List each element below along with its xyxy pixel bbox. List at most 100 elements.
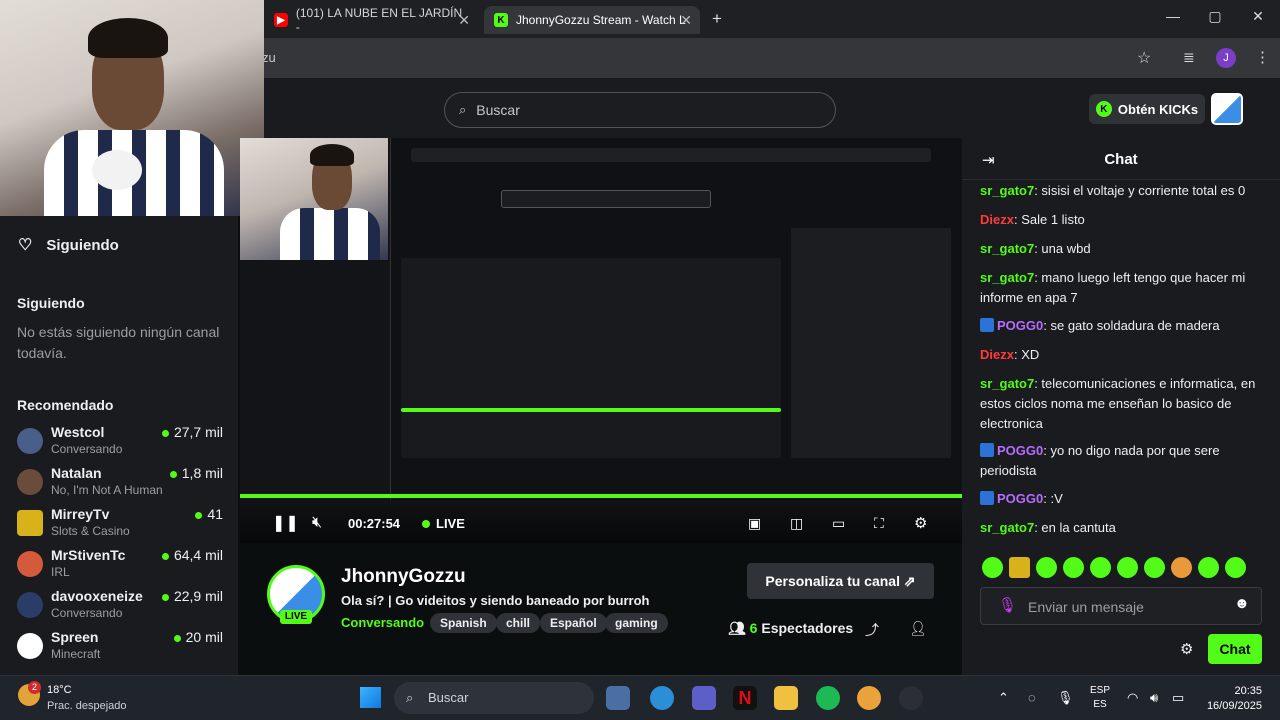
system-clock[interactable]: 20:35 16/09/2025	[1200, 684, 1262, 714]
microphone-icon[interactable]: 🎙︎	[998, 596, 1017, 614]
chat-username[interactable]: Diezx	[980, 347, 1014, 362]
settings-icon[interactable]: ⚙	[914, 514, 927, 532]
live-badge: LIVE	[280, 610, 312, 624]
new-tab-button[interactable]: +	[712, 9, 722, 29]
chat-panel: ⇥ Chat sr_gato7: sisisi el voltaje y cor…	[962, 140, 1280, 675]
chat-username[interactable]: POGG0	[997, 443, 1043, 458]
tag[interactable]: gaming	[605, 613, 668, 633]
pause-icon[interactable]: ❚❚	[272, 513, 299, 533]
emote-icon[interactable]	[1090, 557, 1111, 578]
chat-username[interactable]: Diezx	[980, 212, 1014, 227]
emote-icon[interactable]	[1171, 557, 1192, 578]
stream-category[interactable]: Conversando	[341, 615, 424, 630]
maximize-button[interactable]: ▢	[1200, 8, 1230, 25]
viewer-count-label: Espectadores	[761, 620, 854, 636]
chat-username[interactable]: POGG0	[997, 318, 1043, 333]
windows-start-icon[interactable]	[360, 687, 381, 708]
bookmark-star-icon[interactable]: ☆	[1137, 48, 1151, 68]
emote-icon[interactable]	[1144, 557, 1165, 578]
share-icon[interactable]: ⤴	[865, 620, 879, 640]
tray-chevron-icon[interactable]: ⌃	[998, 690, 1009, 706]
recommended-channel[interactable]: Natalan No, I'm Not A Human 1,8 mil	[17, 465, 227, 501]
wifi-icon[interactable]: ◠	[1127, 690, 1138, 706]
tab-kick[interactable]: K JhonnyGozzu Stream - Watch L ✕	[484, 6, 700, 34]
chat-header: ⇥ Chat	[962, 140, 1280, 180]
recommended-channel[interactable]: davooxeneize Conversando 22,9 mil	[17, 588, 227, 624]
battery-icon[interactable]: ▭	[1172, 690, 1184, 706]
recommended-channel[interactable]: MirreyTv Slots & Casino 41	[17, 506, 227, 542]
user-avatar[interactable]	[1211, 93, 1243, 125]
search-input[interactable]: ⌕ Buscar	[444, 92, 836, 128]
tray-app-icon[interactable]: ◌	[1028, 690, 1036, 705]
following-nav[interactable]: ♡ Siguiendo	[18, 235, 119, 255]
emote-icon[interactable]	[1036, 557, 1057, 578]
mute-icon[interactable]: 🔇︎	[312, 514, 322, 532]
emote-icon[interactable]	[1198, 557, 1219, 578]
chat-username[interactable]: sr_gato7	[980, 270, 1034, 285]
chat-message-input[interactable]: Enviar un mensaje	[980, 587, 1262, 625]
channel-name[interactable]: JhonnyGozzu	[341, 566, 466, 588]
pip-icon[interactable]: ◫	[790, 515, 803, 532]
emote-icon[interactable]	[1063, 557, 1084, 578]
fullscreen-icon[interactable]: ⛶	[874, 515, 884, 532]
edge-icon[interactable]	[650, 686, 674, 710]
spotify-icon[interactable]	[816, 686, 840, 710]
viewer-count-value: 64,4 mil	[173, 547, 223, 563]
taskbar-search[interactable]: ⌕ Buscar	[394, 682, 594, 714]
chrome-icon[interactable]	[857, 686, 881, 710]
chat-message: POGG0: se gato soldadura de madera	[980, 316, 1262, 336]
profile-avatar[interactable]: J	[1216, 48, 1236, 68]
menu-icon[interactable]: ⋮	[1255, 48, 1270, 66]
minimize-button[interactable]: —	[1158, 8, 1188, 24]
chat-send-button[interactable]: Chat	[1208, 634, 1262, 664]
recommended-channel[interactable]: Westcol Conversando 27,7 mil	[17, 424, 227, 460]
emoji-icon[interactable]: ☻	[1234, 595, 1250, 612]
chat-message: sr_gato7: sisisi el voltaje y corriente …	[980, 181, 1262, 201]
chat-username[interactable]: POGG0	[997, 491, 1043, 506]
url-field[interactable]: zu	[262, 46, 1142, 70]
microphone-icon[interactable]: 🎙︎	[1057, 690, 1074, 706]
netflix-icon[interactable]: N	[733, 686, 757, 710]
recommended-channel[interactable]: MrStivenTc IRL 64,4 mil	[17, 547, 227, 583]
chat-username[interactable]: sr_gato7	[980, 520, 1034, 535]
channel-category: Minecraft	[51, 647, 101, 661]
teams-icon[interactable]	[692, 686, 716, 710]
chat-username[interactable]: sr_gato7	[980, 376, 1034, 391]
get-kicks-button[interactable]: K Obtén KICKs	[1089, 94, 1205, 124]
weather-temperature: 18°C	[47, 684, 72, 696]
avatar	[17, 633, 43, 659]
input-language[interactable]: ESP ES	[1090, 684, 1110, 712]
obs-icon[interactable]	[899, 686, 923, 710]
customize-channel-button[interactable]: Personaliza tu canal ⇗	[747, 563, 934, 599]
volume-icon[interactable]: 🔊︎	[1150, 690, 1158, 706]
channel-category: No, I'm Not A Human	[51, 483, 163, 497]
close-icon[interactable]: ✕	[458, 12, 470, 29]
avatar	[17, 510, 43, 536]
tag[interactable]: Spanish	[430, 613, 497, 633]
tab-youtube[interactable]: ▶ (101) LA NUBE EN EL JARDÍN - ✕	[264, 6, 478, 34]
theater-mode-icon[interactable]: ▭	[832, 515, 845, 532]
media-control-icon[interactable]: ≣	[1183, 49, 1195, 66]
emote-icon[interactable]	[1225, 557, 1246, 578]
close-window-button[interactable]: ✕	[1243, 8, 1273, 25]
tag[interactable]: Español	[540, 613, 607, 633]
clock-date: 16/09/2025	[1206, 700, 1262, 712]
language-code: ESP	[1090, 685, 1111, 696]
tag[interactable]: chill	[496, 613, 541, 633]
avatar	[17, 469, 43, 495]
clock-time: 20:35	[1234, 685, 1262, 697]
chat-username[interactable]: sr_gato7	[980, 241, 1034, 256]
emote-icon[interactable]	[982, 557, 1003, 578]
progress-bar[interactable]	[240, 494, 962, 498]
emote-icon[interactable]	[1117, 557, 1138, 578]
recommended-channel[interactable]: Spreen Minecraft 20 mil	[17, 629, 227, 665]
chat-settings-icon[interactable]: ⚙	[1180, 640, 1193, 658]
close-icon[interactable]: ✕	[680, 12, 692, 29]
search-placeholder: Buscar	[476, 102, 520, 118]
follow-icon[interactable]: 👤︎	[909, 620, 927, 637]
emote-icon[interactable]	[1009, 557, 1030, 578]
task-view-icon[interactable]	[606, 686, 630, 710]
clip-icon[interactable]: ▣	[748, 515, 761, 532]
file-explorer-icon[interactable]	[774, 686, 798, 710]
chat-username[interactable]: sr_gato7	[980, 183, 1034, 198]
